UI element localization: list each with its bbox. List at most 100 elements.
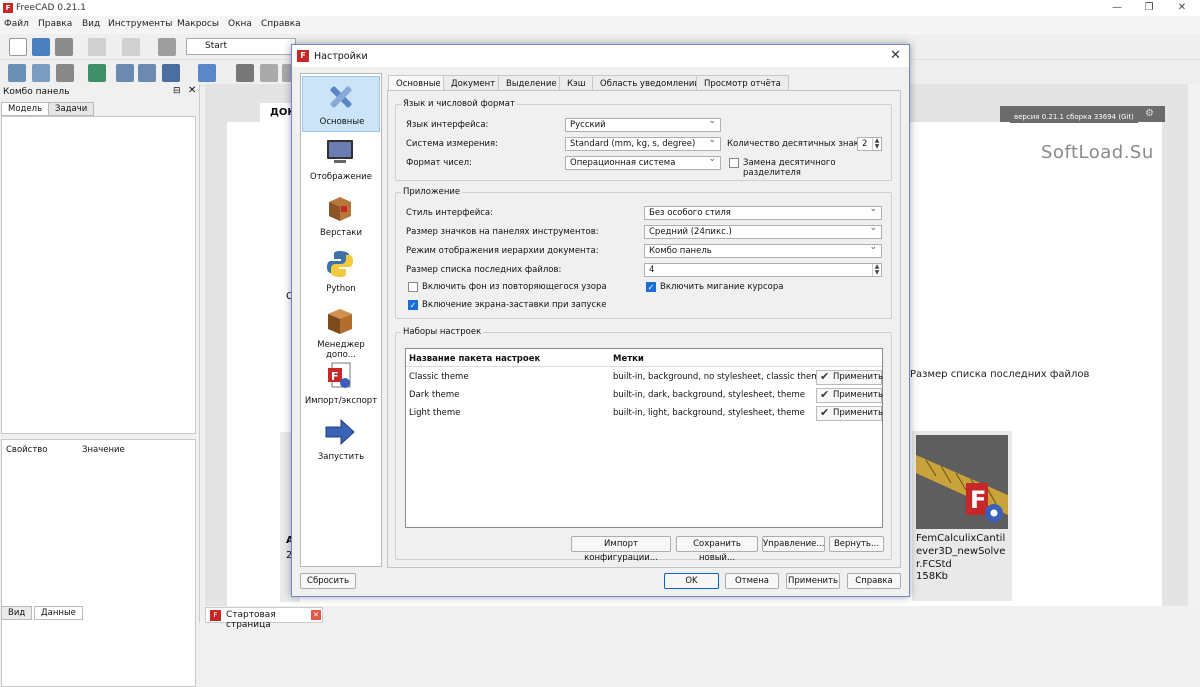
decimals-spinbox[interactable]: 2 ▲ ▼: [857, 137, 882, 151]
cancel-button[interactable]: Отмена: [725, 573, 779, 589]
prop-header-value: Значение: [82, 445, 125, 455]
number-format-value: Операционная система: [570, 158, 676, 168]
zoom-icon[interactable]: [198, 64, 216, 82]
tab-close-icon[interactable]: ✕: [311, 610, 321, 620]
style-select[interactable]: Без особого стиля: [644, 204, 882, 220]
tab-model[interactable]: Модель: [1, 102, 50, 116]
tab-report-view[interactable]: Просмотр отчёта: [696, 75, 789, 91]
recent-file-card[interactable]: F FemCalculixCantilever3D_newSolver.FCSt…: [912, 431, 1012, 601]
draw-style-icon[interactable]: [56, 64, 74, 82]
workbench-selector[interactable]: Start: [186, 38, 296, 55]
preset-name[interactable]: Light theme: [409, 408, 460, 418]
combo-panel-title: Комбо панель: [3, 87, 70, 97]
number-format-select[interactable]: Операционная система: [565, 154, 721, 170]
menu-macros[interactable]: Макросы: [177, 19, 219, 29]
sync-view-icon[interactable]: [162, 64, 180, 82]
language-select[interactable]: Русский: [565, 116, 721, 132]
spin-arrows-icon[interactable]: ▲ ▼: [872, 264, 881, 276]
panel-close-icon[interactable]: ✕: [188, 85, 196, 96]
menu-windows[interactable]: Окна: [228, 19, 252, 29]
close-icon[interactable]: ✕: [1175, 2, 1189, 14]
tree-mode-value: Комбо панель: [649, 246, 712, 256]
checkmark-icon: ✔: [820, 388, 830, 401]
units-label: Система измерения:: [406, 139, 499, 149]
start-page-tab-icon: F: [210, 610, 221, 621]
tab-selection[interactable]: Выделение: [498, 75, 565, 91]
back-arrow-icon[interactable]: [116, 64, 134, 82]
dialog-close-icon[interactable]: ✕: [890, 48, 901, 63]
category-import-export[interactable]: F Импорт/экспорт: [302, 356, 380, 412]
splash-screen-checkbox[interactable]: ✓: [408, 300, 418, 310]
preferences-dialog: F Настройки ✕ Основные Отображение Верст…: [291, 44, 910, 597]
fit-all-icon[interactable]: [8, 64, 26, 82]
tree-mode-select[interactable]: Комбо панель: [644, 242, 882, 258]
open-file-icon[interactable]: [32, 38, 50, 56]
recent-files-label: Размер списка последних файлов:: [406, 265, 562, 275]
start-page-scrollbar[interactable]: [1188, 84, 1200, 606]
dialog-titlebar: F Настройки ✕: [292, 45, 909, 67]
model-tree[interactable]: [1, 116, 196, 434]
apply-preset-button[interactable]: ✔ Применить: [816, 406, 883, 421]
menu-tools[interactable]: Инструменты: [108, 19, 172, 29]
category-general[interactable]: Основные: [302, 76, 380, 132]
menu-file[interactable]: Файл: [4, 19, 29, 29]
restore-icon[interactable]: ❐: [1142, 2, 1156, 14]
tab-document[interactable]: Документ: [443, 75, 504, 91]
language-group-title: Язык и числовой формат: [401, 99, 517, 109]
menu-edit[interactable]: Правка: [38, 19, 72, 29]
reset-button[interactable]: Сбросить: [300, 573, 356, 589]
property-view[interactable]: Свойство Значение: [1, 439, 196, 687]
spin-arrows-icon[interactable]: ▲ ▼: [872, 138, 881, 150]
redo-icon[interactable]: [122, 38, 140, 56]
iso-view-icon[interactable]: [260, 64, 278, 82]
background-pattern-checkbox[interactable]: [408, 282, 418, 292]
category-label: Верстаки: [320, 228, 362, 238]
menu-help[interactable]: Справка: [261, 19, 301, 29]
apply-preset-button[interactable]: ✔ Применить: [816, 388, 883, 403]
units-select[interactable]: Standard (mm, kg, s, degree): [565, 135, 721, 151]
stereo-icon[interactable]: [88, 64, 106, 82]
minimize-icon[interactable]: —: [1110, 2, 1124, 14]
icon-size-select[interactable]: Средний (24пикс.): [644, 223, 882, 239]
tab-data[interactable]: Данные: [34, 606, 83, 620]
settings-gear-icon[interactable]: ⚙: [1145, 108, 1154, 119]
forward-arrow-icon[interactable]: [138, 64, 156, 82]
category-addon-manager[interactable]: Менеджер допо...: [302, 300, 380, 360]
apply-button[interactable]: Применить: [786, 573, 840, 589]
manage-button[interactable]: Управление...: [762, 536, 825, 552]
tab-tasks[interactable]: Задачи: [48, 102, 95, 116]
fit-selection-icon[interactable]: [32, 64, 50, 82]
decimals-value: 2: [862, 139, 868, 149]
tab-start-page[interactable]: F Стартовая страница ✕: [205, 607, 323, 630]
save-new-button[interactable]: Сохранить новый...: [676, 536, 758, 563]
cursor-blink-checkbox[interactable]: ✓: [646, 282, 656, 292]
category-display[interactable]: Отображение: [302, 132, 380, 188]
tab-cache[interactable]: Кэш: [559, 75, 594, 91]
save-file-icon[interactable]: [55, 38, 73, 56]
category-python[interactable]: Python: [302, 244, 380, 300]
app-title: FreeCAD 0.21.1: [16, 3, 86, 13]
tab-notification-area[interactable]: Область уведомлений: [592, 75, 708, 91]
tab-view[interactable]: Вид: [1, 606, 33, 620]
decimal-separator-checkbox[interactable]: [729, 158, 739, 168]
recent-files-spinbox[interactable]: 4 ▲ ▼: [644, 263, 882, 277]
refresh-icon[interactable]: [158, 38, 176, 56]
undock-icon[interactable]: ⊟: [173, 86, 181, 96]
menu-view[interactable]: Вид: [82, 19, 100, 29]
preset-name[interactable]: Dark theme: [409, 390, 459, 400]
undo-icon[interactable]: [88, 38, 106, 56]
import-config-button[interactable]: Импорт конфигурации...: [571, 536, 671, 563]
std-views-icon[interactable]: [236, 64, 254, 82]
preset-name[interactable]: Classic theme: [409, 372, 469, 382]
recent-files-size-label: Размер списка последних файлов: [910, 369, 1090, 380]
apply-preset-button[interactable]: ✔ Применить: [816, 370, 883, 385]
category-workbenches[interactable]: Верстаки: [302, 188, 380, 244]
new-file-icon[interactable]: [9, 38, 27, 56]
revert-button[interactable]: Вернуть...: [829, 536, 884, 552]
ok-button[interactable]: OK: [664, 573, 719, 589]
recent-file-name: FemCalculixCantilever3D_newSolver.FCStd: [916, 533, 1006, 570]
category-start[interactable]: Запустить: [302, 412, 380, 468]
help-button[interactable]: Справка: [847, 573, 901, 589]
prop-header-property: Свойство: [6, 445, 48, 455]
cantilever-thumbnail-icon: F: [916, 435, 1008, 529]
